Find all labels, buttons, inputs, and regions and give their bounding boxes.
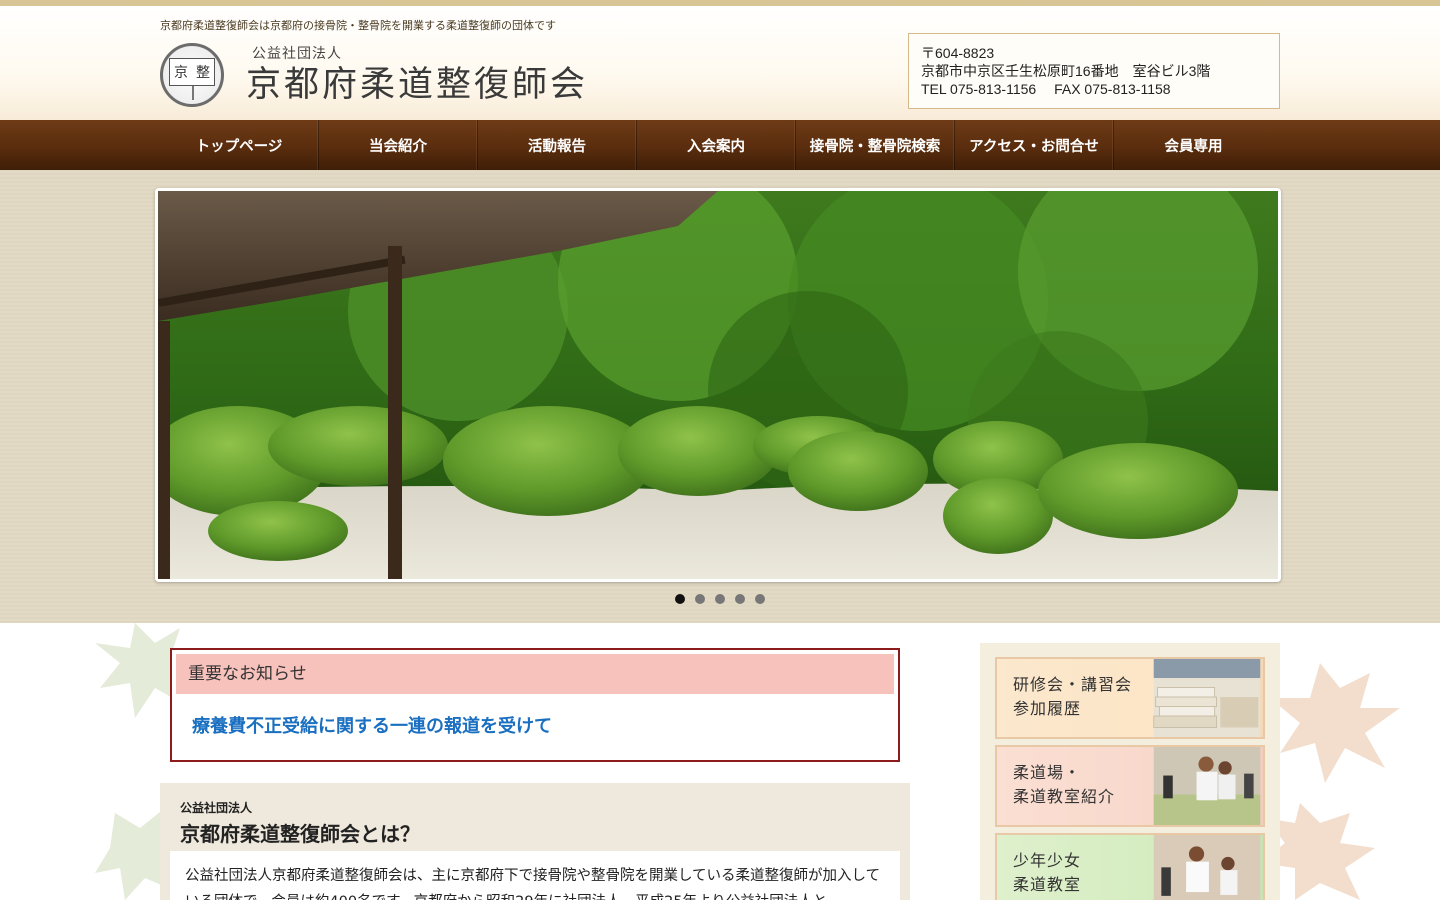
logo-subtitle: 公益社団法人 (252, 46, 342, 62)
emblem-stem (192, 86, 194, 100)
emblem-char-right: 整 (196, 65, 210, 81)
logo-text: 公益社団法人 京都府柔道整復師会 (246, 43, 588, 107)
about-section: 公益社団法人 京都府柔道整復師会とは？ 公益社団法人京都府柔道整復師会は、主に京… (160, 783, 910, 900)
notice-link[interactable]: 療養費不正受給に関する一連の報道を受けて (192, 712, 894, 738)
nav-item-about[interactable]: 当会紹介 (319, 120, 478, 170)
hero-section (0, 170, 1440, 623)
banner-text: 少年少女 柔道教室 (997, 835, 1151, 900)
logo-title: 京都府柔道整復師会 (246, 65, 589, 105)
slider-dot[interactable] (675, 594, 685, 604)
emblem-char-left: 京 (174, 65, 188, 81)
banner-line2: 柔道教室 (1013, 875, 1082, 894)
banner-text: 研修会・講習会 参加履歴 (997, 659, 1151, 737)
books-image (1153, 659, 1261, 737)
slider-dot[interactable] (755, 594, 765, 604)
address-line: 京都市中京区壬生松原町16番地 室谷ビル3階 (921, 63, 1211, 79)
judo-match-image (1153, 747, 1261, 825)
about-title: 京都府柔道整復師会とは？ (180, 822, 420, 846)
contact-box: 〒604-8823 京都市中京区壬生松原町16番地 室谷ビル3階 TEL 075… (908, 33, 1280, 109)
emblem-icon: 京 整 (160, 43, 224, 107)
slider-dots (0, 594, 1440, 604)
important-notice: 重要なお知らせ 療養費不正受給に関する一連の報道を受けて (170, 648, 900, 762)
about-subtitle: 公益社団法人 (180, 801, 253, 815)
nav-item-activity[interactable]: 活動報告 (478, 120, 637, 170)
about-body: 公益社団法人京都府柔道整復師会は、主に京都府下で接骨院や整骨院を開業している柔道… (170, 851, 900, 900)
youth-judo-image (1153, 835, 1261, 900)
banner-line2: 参加履歴 (1013, 699, 1082, 718)
sidebar-banner-training[interactable]: 研修会・講習会 参加履歴 (995, 657, 1265, 739)
banner-text: 柔道場・ 柔道教室紹介 (997, 747, 1151, 825)
slider-dot[interactable] (735, 594, 745, 604)
hero-garden-image (158, 191, 1278, 579)
banner-line1: 少年少女 (1013, 851, 1082, 870)
site-tagline: 京都府柔道整復師会は京都府の接骨院・整骨院を開業する柔道整復師の団体です (160, 19, 556, 32)
slider-dot[interactable] (715, 594, 725, 604)
main-nav: トップページ 当会紹介 活動報告 入会案内 接骨院・整骨院検索 アクセス・お問合… (0, 120, 1440, 170)
nav-item-members[interactable]: 会員専用 (1114, 120, 1273, 170)
address-zip: 〒604-8823 (921, 45, 995, 61)
nav-item-contact[interactable]: アクセス・お問合せ (955, 120, 1114, 170)
nav-item-clinic-search[interactable]: 接骨院・整骨院検索 (796, 120, 955, 170)
main-content: 重要なお知らせ 療養費不正受給に関する一連の報道を受けて 公益社団法人 京都府柔… (0, 623, 1440, 900)
main-nav-list: トップページ 当会紹介 活動報告 入会案内 接骨院・整骨院検索 アクセス・お問合… (160, 120, 1274, 170)
banner-line1: 研修会・講習会 (1013, 675, 1133, 694)
address-phone: TEL 075-813-1156 FAX 075-813-1158 (921, 81, 1171, 97)
site-logo[interactable]: 京 整 公益社団法人 京都府柔道整復師会 (160, 43, 588, 107)
sidebar: 研修会・講習会 参加履歴 柔道場・ 柔道教室紹介 少年少女 柔道教室 (980, 643, 1280, 900)
emblem-book: 京 整 (169, 58, 215, 86)
nav-item-join[interactable]: 入会案内 (637, 120, 796, 170)
notice-heading: 重要なお知らせ (176, 654, 894, 694)
nav-item-top[interactable]: トップページ (160, 120, 319, 170)
slider-dot[interactable] (695, 594, 705, 604)
site-header: 京都府柔道整復師会は京都府の接骨院・整骨院を開業する柔道整復師の団体です 京 整… (0, 6, 1440, 120)
sidebar-banner-dojo[interactable]: 柔道場・ 柔道教室紹介 (995, 745, 1265, 827)
banner-line1: 柔道場・ (1013, 763, 1082, 782)
hero-slider[interactable] (155, 188, 1281, 582)
banner-line2: 柔道教室紹介 (1013, 787, 1116, 806)
maple-leaf-decoration-right (1260, 663, 1400, 900)
sidebar-banner-youth-judo[interactable]: 少年少女 柔道教室 (995, 833, 1265, 900)
